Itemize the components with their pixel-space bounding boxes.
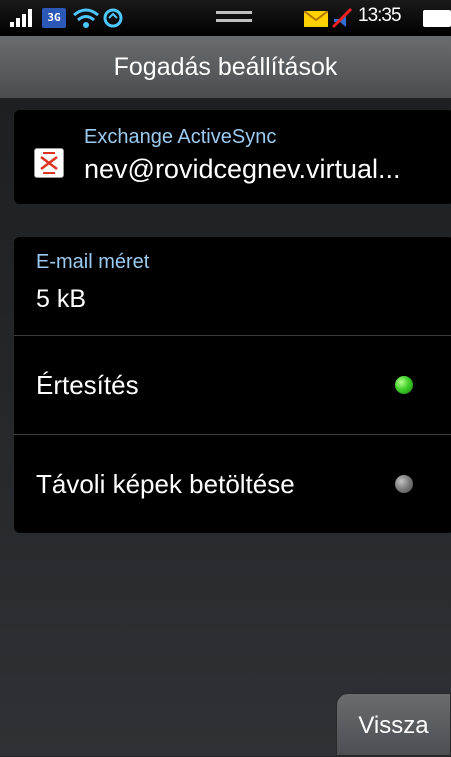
battery-icon xyxy=(423,10,451,27)
wifi-icon xyxy=(73,8,99,28)
notification-row[interactable]: Értesítés xyxy=(14,336,451,434)
account-card[interactable]: Exchange ActiveSync nev@rovidcegnev.virt… xyxy=(14,110,451,204)
account-type: Exchange ActiveSync xyxy=(84,126,277,148)
page-title: Fogadás beállítások xyxy=(113,53,338,81)
exchange-icon xyxy=(34,148,64,178)
title-bar: Fogadás beállítások xyxy=(0,36,451,100)
account-email: nev@rovidcegnev.virtual... xyxy=(84,154,401,184)
back-button[interactable]: Vissza xyxy=(336,693,451,756)
sync-icon xyxy=(103,8,123,28)
email-size-value: 5 kB xyxy=(36,285,87,313)
email-size-label: E-mail méret xyxy=(36,251,150,273)
handle-icon[interactable] xyxy=(216,11,252,25)
3g-icon: 3G xyxy=(42,8,66,28)
mute-icon xyxy=(331,7,353,29)
signal-icon xyxy=(10,9,36,27)
mail-icon xyxy=(304,11,328,27)
clock: 13:35 xyxy=(358,5,402,26)
remote-images-row[interactable]: Távoli képek betöltése xyxy=(14,435,451,533)
content-area: Exchange ActiveSync nev@rovidcegnev.virt… xyxy=(0,98,451,756)
notification-toggle-icon[interactable] xyxy=(395,376,413,394)
remote-images-label: Távoli képek betöltése xyxy=(36,469,295,499)
status-bar: 3G 13:35 xyxy=(0,0,451,36)
remote-images-toggle-icon[interactable] xyxy=(395,475,413,493)
settings-list: E-mail méret 5 kB Értesítés Távoli képek… xyxy=(14,237,451,533)
email-size-row[interactable]: E-mail méret 5 kB xyxy=(14,237,451,335)
notification-label: Értesítés xyxy=(36,370,139,400)
